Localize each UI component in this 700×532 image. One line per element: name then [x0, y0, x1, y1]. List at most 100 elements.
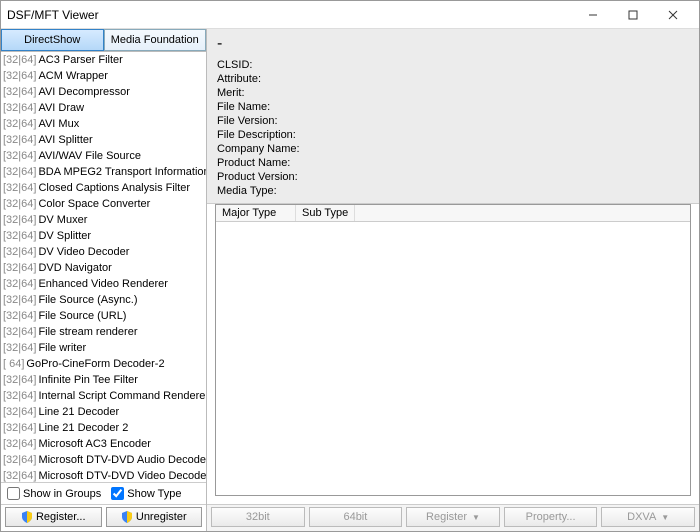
- titlebar: DSF/MFT Viewer: [1, 1, 699, 29]
- filter-name: DV Muxer: [38, 213, 87, 227]
- tab-directshow[interactable]: DirectShow: [1, 29, 104, 51]
- window-title: DSF/MFT Viewer: [7, 8, 573, 22]
- footer-register-button[interactable]: Register▼: [406, 507, 500, 527]
- arch-tag: [32|64]: [3, 405, 36, 419]
- tab-mediafoundation[interactable]: Media Foundation: [104, 29, 207, 51]
- filter-item[interactable]: [32|64]Microsoft DTV-DVD Audio Decoder: [1, 452, 206, 468]
- filter-item[interactable]: [32|64]File stream renderer: [1, 324, 206, 340]
- arch-tag: [32|64]: [3, 437, 36, 451]
- filter-item[interactable]: [ 64]GoPro-CineForm Decoder-2: [1, 356, 206, 372]
- footer-buttons: 32bit 64bit Register▼ Property... DXVA▼: [207, 504, 699, 531]
- close-button[interactable]: [653, 2, 693, 28]
- mediatype-label: Media Type:: [217, 185, 277, 197]
- chevron-down-icon: ▼: [661, 513, 669, 522]
- arch-tag: [32|64]: [3, 197, 36, 211]
- arch-tag: [32|64]: [3, 453, 36, 467]
- filter-item[interactable]: [32|64]Color Space Converter: [1, 196, 206, 212]
- filter-item[interactable]: [32|64]Microsoft AC3 Encoder: [1, 436, 206, 452]
- filter-item[interactable]: [32|64]DV Muxer: [1, 212, 206, 228]
- clsid-label: CLSID:: [217, 59, 252, 71]
- filter-list[interactable]: [32|64]AC3 Parser Filter[32|64]ACM Wrapp…: [1, 52, 206, 482]
- arch-tag: [32|64]: [3, 117, 36, 131]
- dxva-button[interactable]: DXVA▼: [601, 507, 695, 527]
- filter-name: AVI Mux: [38, 117, 79, 131]
- list-options: Show in Groups Show Type: [1, 482, 206, 504]
- arch-tag: [32|64]: [3, 229, 36, 243]
- filter-name: DV Video Decoder: [38, 245, 129, 259]
- arch-tag: [32|64]: [3, 277, 36, 291]
- filter-item[interactable]: [32|64]File Source (URL): [1, 308, 206, 324]
- arch-tag: [32|64]: [3, 245, 36, 259]
- property-button[interactable]: Property...: [504, 507, 598, 527]
- prodver-label: Product Version:: [217, 171, 298, 183]
- filter-item[interactable]: [32|64]Line 21 Decoder: [1, 404, 206, 420]
- arch-tag: [32|64]: [3, 469, 36, 482]
- filter-item[interactable]: [32|64]AVI/WAV File Source: [1, 148, 206, 164]
- media-type-table: Major Type Sub Type: [215, 204, 691, 496]
- arch-tag: [32|64]: [3, 85, 36, 99]
- merit-label: Merit:: [217, 87, 245, 99]
- filter-item[interactable]: [32|64]Closed Captions Analysis Filter: [1, 180, 206, 196]
- shield-icon: [21, 511, 33, 523]
- filter-name: ACM Wrapper: [38, 69, 107, 83]
- filename-label: File Name:: [217, 101, 270, 113]
- arch-tag: [32|64]: [3, 341, 36, 355]
- chevron-down-icon: ▼: [472, 513, 480, 522]
- filter-item[interactable]: [32|64]DVD Navigator: [1, 260, 206, 276]
- filter-item[interactable]: [32|64]AC3 Parser Filter: [1, 52, 206, 68]
- filter-item[interactable]: [32|64]File writer: [1, 340, 206, 356]
- filter-item[interactable]: [32|64]Microsoft DTV-DVD Video Decoder: [1, 468, 206, 482]
- filter-name: DVD Navigator: [38, 261, 111, 275]
- left-buttons: Register... Unregister: [1, 504, 206, 531]
- arch-tag: [32|64]: [3, 101, 36, 115]
- filter-item[interactable]: [32|64]AVI Decompressor: [1, 84, 206, 100]
- arch-tag: [32|64]: [3, 213, 36, 227]
- b64-button[interactable]: 64bit: [309, 507, 403, 527]
- filter-item[interactable]: [32|64]DV Splitter: [1, 228, 206, 244]
- unregister-button[interactable]: Unregister: [106, 507, 203, 527]
- filter-name: Microsoft DTV-DVD Audio Decoder: [38, 453, 206, 467]
- tab-bar: DirectShow Media Foundation: [1, 29, 206, 52]
- filter-item[interactable]: [32|64]AVI Draw: [1, 100, 206, 116]
- maximize-button[interactable]: [613, 2, 653, 28]
- right-pane: - CLSID: Attribute: Merit: File Name: Fi…: [207, 29, 699, 531]
- b32-button[interactable]: 32bit: [211, 507, 305, 527]
- filter-item[interactable]: [32|64]BDA MPEG2 Transport Information F…: [1, 164, 206, 180]
- col-major-type[interactable]: Major Type: [216, 205, 296, 221]
- arch-tag: [32|64]: [3, 165, 36, 179]
- filter-name: AC3 Parser Filter: [38, 53, 122, 67]
- filter-item[interactable]: [32|64]AVI Mux: [1, 116, 206, 132]
- arch-tag: [ 64]: [3, 357, 24, 371]
- filedesc-label: File Description:: [217, 129, 296, 141]
- filter-item[interactable]: [32|64]ACM Wrapper: [1, 68, 206, 84]
- filter-name: AVI Draw: [38, 101, 84, 115]
- filter-item[interactable]: [32|64]Infinite Pin Tee Filter: [1, 372, 206, 388]
- filter-item[interactable]: [32|64]Line 21 Decoder 2: [1, 420, 206, 436]
- register-button[interactable]: Register...: [5, 507, 102, 527]
- filter-item[interactable]: [32|64]Internal Script Command Renderer: [1, 388, 206, 404]
- arch-tag: [32|64]: [3, 149, 36, 163]
- arch-tag: [32|64]: [3, 181, 36, 195]
- show-in-groups-check[interactable]: Show in Groups: [7, 487, 101, 500]
- app-window: DSF/MFT Viewer DirectShow Media Foundati…: [0, 0, 700, 532]
- filter-item[interactable]: [32|64]Enhanced Video Renderer: [1, 276, 206, 292]
- arch-tag: [32|64]: [3, 389, 36, 403]
- filter-name: Closed Captions Analysis Filter: [38, 181, 190, 195]
- filter-item[interactable]: [32|64]AVI Splitter: [1, 132, 206, 148]
- arch-tag: [32|64]: [3, 261, 36, 275]
- filter-name: Infinite Pin Tee Filter: [38, 373, 137, 387]
- filter-name: Line 21 Decoder: [38, 405, 119, 419]
- col-sub-type[interactable]: Sub Type: [296, 205, 355, 221]
- filter-name: Enhanced Video Renderer: [38, 277, 167, 291]
- shield-icon: [121, 511, 133, 523]
- arch-tag: [32|64]: [3, 69, 36, 83]
- company-label: Company Name:: [217, 143, 300, 155]
- product-label: Product Name:: [217, 157, 290, 169]
- show-type-check[interactable]: Show Type: [111, 487, 181, 500]
- filter-item[interactable]: [32|64]DV Video Decoder: [1, 244, 206, 260]
- filter-item[interactable]: [32|64]File Source (Async.): [1, 292, 206, 308]
- media-table-body: [216, 222, 690, 495]
- filter-name: File Source (URL): [38, 309, 126, 323]
- arch-tag: [32|64]: [3, 293, 36, 307]
- minimize-button[interactable]: [573, 2, 613, 28]
